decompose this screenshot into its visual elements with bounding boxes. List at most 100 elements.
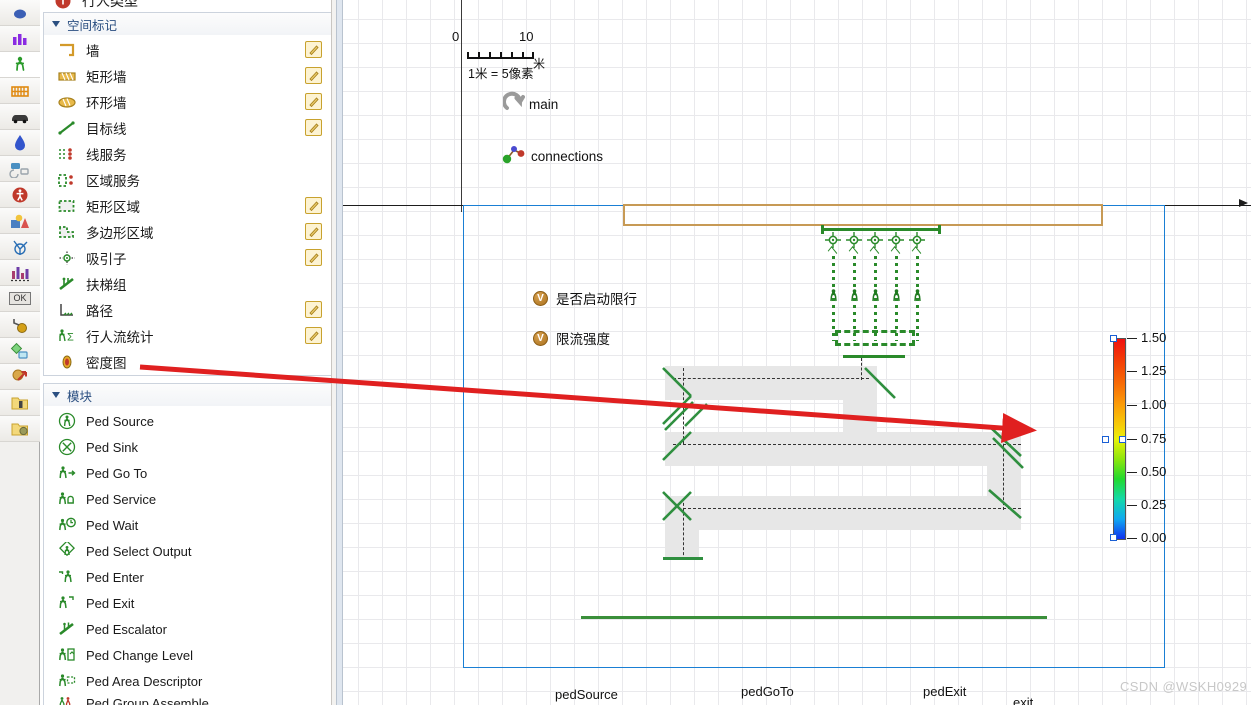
palette-group-header-space-markup[interactable]: 空间标记 bbox=[43, 12, 333, 35]
toolbar-button-rail-library[interactable] bbox=[0, 78, 40, 104]
palette-item-label: 多边形区域 bbox=[86, 226, 154, 241]
toolbar-button-project-folder[interactable] bbox=[0, 390, 40, 416]
palette-item-ped-escalator[interactable]: Ped Escalator bbox=[44, 616, 332, 642]
palette-item-ped-select-output[interactable]: Ped Select Output bbox=[44, 538, 332, 564]
palette-group-body-space-markup: 墙 矩形墙 环形墙 目标线 线服务 区域服务 矩形区域 多边形区域 吸引子 扶梯… bbox=[43, 35, 333, 376]
palette-panel[interactable]: 行人类型 空间标记 墙 矩形墙 环形墙 目标线 线服务 区域服务 矩形区域 多边… bbox=[40, 0, 336, 705]
palette-item-line-service[interactable]: 线服务 bbox=[44, 141, 332, 167]
density-map-colorbar[interactable]: 1.50 1.25 1.00 0.75 0.50 0.25 0.00 bbox=[1102, 330, 1175, 545]
palette-item-ped-area-descriptor[interactable]: Ped Area Descriptor bbox=[44, 668, 332, 694]
palette-item-ped-wait[interactable]: Ped Wait bbox=[44, 512, 332, 538]
palette-item-label: Ped Source bbox=[86, 413, 154, 429]
palette-item-ped-go-to[interactable]: Ped Go To bbox=[44, 460, 332, 486]
toolbar-button-material-handling[interactable] bbox=[0, 156, 40, 182]
palette-item-density-map[interactable]: 密度图 bbox=[44, 349, 332, 375]
palette-item-label: 行人流统计 bbox=[86, 330, 154, 345]
embedded-object-label-main[interactable]: main bbox=[529, 97, 558, 112]
palette-item-rectangular-wall[interactable]: 矩形墙 bbox=[44, 63, 332, 89]
edit-pencil-icon[interactable] bbox=[305, 301, 322, 318]
toolbar-button-controls[interactable]: OK bbox=[0, 286, 40, 312]
connectivity-icon bbox=[13, 318, 27, 333]
toolbar-button-network[interactable] bbox=[0, 234, 40, 260]
edit-pencil-icon[interactable] bbox=[305, 249, 322, 266]
toolbar-button-process-modeling[interactable] bbox=[0, 26, 40, 52]
road-traffic-library-icon bbox=[12, 114, 28, 123]
toolbar-button-connectivity[interactable] bbox=[0, 312, 40, 338]
palette-item-area-service[interactable]: 区域服务 bbox=[44, 167, 332, 193]
toolbar-button-fluid-drop[interactable] bbox=[0, 130, 40, 156]
palette-vertical-scrollbar[interactable] bbox=[336, 0, 343, 705]
palette-item-ped-change-level[interactable]: Ped Change Level bbox=[44, 642, 332, 668]
edit-pencil-icon[interactable] bbox=[305, 223, 322, 240]
target-line-shape[interactable] bbox=[821, 225, 941, 234]
ped-select-output-icon bbox=[56, 541, 78, 561]
palette-item-attractor[interactable]: 吸引子 bbox=[44, 245, 332, 271]
palette-group-header-blocks[interactable]: 模块 bbox=[43, 383, 333, 406]
ped-service-icon bbox=[56, 489, 78, 509]
palette-item-label: Ped Area Descriptor bbox=[86, 673, 203, 689]
corridor-end-line[interactable] bbox=[663, 557, 703, 560]
toolbar-button-agent[interactable] bbox=[0, 364, 40, 390]
rectangular-wall-icon bbox=[56, 66, 78, 86]
colorbar-handle-mid-right[interactable] bbox=[1119, 436, 1126, 443]
toolbar-button-data[interactable] bbox=[0, 338, 40, 364]
library-folder-icon bbox=[11, 423, 28, 435]
palette-item-ped-service[interactable]: Ped Service bbox=[44, 486, 332, 512]
colorbar-handle-mid-left[interactable] bbox=[1102, 436, 1109, 443]
palette-item-ped-flow-statistics[interactable]: Σ 行人流统计 bbox=[44, 323, 332, 349]
label-pedExit[interactable]: pedExit bbox=[923, 684, 966, 699]
edit-pencil-icon[interactable] bbox=[305, 41, 322, 58]
palette-item-polygonal-area[interactable]: 多边形区域 bbox=[44, 219, 332, 245]
model-canvas[interactable]: 0 10 米 1米 = 5像素 main connections V 是否启动限… bbox=[343, 0, 1251, 705]
palette-item-circular-wall[interactable]: 环形墙 bbox=[44, 89, 332, 115]
palette-item-pathway[interactable]: 路径 bbox=[44, 297, 332, 323]
bottom-target-line[interactable] bbox=[581, 616, 1047, 619]
colorbar-handle-min[interactable] bbox=[1110, 534, 1117, 541]
palette-item-ped-type[interactable]: 行人类型 bbox=[40, 0, 336, 9]
edit-pencil-icon[interactable] bbox=[305, 67, 322, 84]
edit-pencil-icon[interactable] bbox=[305, 197, 322, 214]
palette-item-wall[interactable]: 墙 bbox=[44, 37, 332, 63]
palette-item-ped-source[interactable]: Ped Source bbox=[44, 408, 332, 434]
toolbar-button-analysis-charts[interactable] bbox=[0, 260, 40, 286]
label-pedGoTo[interactable]: pedGoTo bbox=[741, 684, 794, 699]
palette-item-ped-group-assemble[interactable]: Ped Group Assemble bbox=[44, 694, 332, 705]
scale-tick-start: 0 bbox=[452, 29, 460, 44]
label-exit[interactable]: exit bbox=[1013, 695, 1033, 705]
palette-item-ped-exit[interactable]: Ped Exit bbox=[44, 590, 332, 616]
label-pedSource[interactable]: pedSource bbox=[555, 687, 618, 702]
palette-item-ped-enter[interactable]: Ped Enter bbox=[44, 564, 332, 590]
colorbar-tick-label: 1.25 bbox=[1141, 363, 1167, 378]
palette-item-label: Ped Exit bbox=[86, 595, 135, 611]
pedestrian-marker-icon bbox=[829, 289, 837, 302]
palette-item-target-line[interactable]: 目标线 bbox=[44, 115, 332, 141]
toolbar-button-accessibility[interactable] bbox=[0, 182, 40, 208]
variable-enable-restriction[interactable]: V 是否启动限行 bbox=[533, 288, 637, 308]
edit-pencil-icon[interactable] bbox=[305, 93, 322, 110]
toolbar-button-pedestrian-library[interactable] bbox=[0, 52, 40, 78]
palette-scroll-area[interactable]: 行人类型 空间标记 墙 矩形墙 环形墙 目标线 线服务 区域服务 矩形区域 多边… bbox=[40, 0, 336, 705]
rail-library-icon bbox=[11, 85, 29, 97]
y-axis-line bbox=[461, 0, 462, 212]
colorbar-handle-max[interactable] bbox=[1110, 335, 1117, 342]
colorbar-tick-label: 1.50 bbox=[1141, 330, 1167, 345]
edit-pencil-icon[interactable] bbox=[305, 119, 322, 136]
toolbar-button-library-folder[interactable] bbox=[0, 416, 40, 442]
palette-item-label: Ped Go To bbox=[86, 465, 148, 481]
palette-item-escalator-group[interactable]: 扶梯组 bbox=[44, 271, 332, 297]
pedestrian-marker-icon bbox=[850, 289, 858, 302]
palette-item-rectangular-area[interactable]: 矩形区域 bbox=[44, 193, 332, 219]
rectangular-wall-shape[interactable] bbox=[623, 204, 1103, 226]
edit-pencil-icon[interactable] bbox=[305, 327, 322, 344]
palette-item-ped-sink[interactable]: Ped Sink bbox=[44, 434, 332, 460]
toolbar-button-road-traffic-library[interactable] bbox=[0, 104, 40, 130]
rectangular-area-shape[interactable] bbox=[835, 330, 915, 346]
variable-restriction-rate[interactable]: V 限流强度 bbox=[533, 328, 610, 348]
toolbar-button-fluid-library[interactable] bbox=[0, 0, 40, 26]
service-point-icon bbox=[909, 232, 925, 248]
analysis-charts-icon bbox=[11, 266, 30, 281]
toolbar-button-presentation[interactable] bbox=[0, 208, 40, 234]
agent-icon bbox=[12, 369, 27, 381]
area-target-line-shape[interactable] bbox=[843, 355, 905, 358]
embedded-object-label-connections[interactable]: connections bbox=[531, 149, 603, 164]
